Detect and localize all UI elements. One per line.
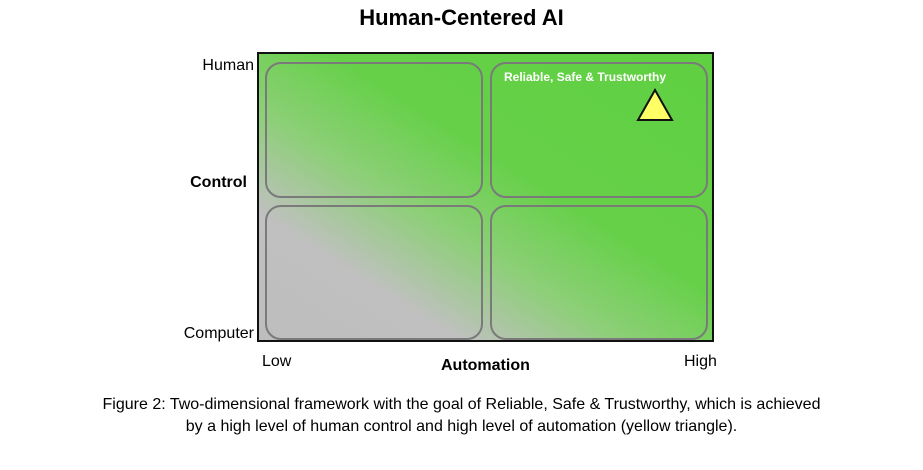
quadrant-high-control-low-automation <box>265 62 483 198</box>
x-axis-left-label: Low <box>262 353 292 370</box>
y-axis-top-label: Human <box>202 57 254 74</box>
yellow-triangle-icon <box>636 88 674 121</box>
framework-plot: Reliable, Safe & Trustworthy <box>257 52 714 342</box>
caption-line-1: Figure 2: Two-dimensional framework with… <box>102 396 821 413</box>
caption-line-2: by a high level of human control and hig… <box>185 418 738 435</box>
y-axis-bottom-label: Computer <box>183 325 254 342</box>
quadrant-low-control-low-automation <box>265 205 483 340</box>
x-axis-right-label: High <box>684 353 717 370</box>
y-axis-label: Control <box>190 174 247 191</box>
diagram-title: Human-Centered AI <box>359 5 564 30</box>
figure-caption: Figure 2: Two-dimensional framework with… <box>0 394 923 438</box>
goal-triangle-shape <box>636 88 674 121</box>
x-axis-label: Automation <box>441 357 530 374</box>
quadrant-low-control-high-automation <box>490 205 708 340</box>
goal-label: Reliable, Safe & Trustworthy <box>504 70 667 84</box>
